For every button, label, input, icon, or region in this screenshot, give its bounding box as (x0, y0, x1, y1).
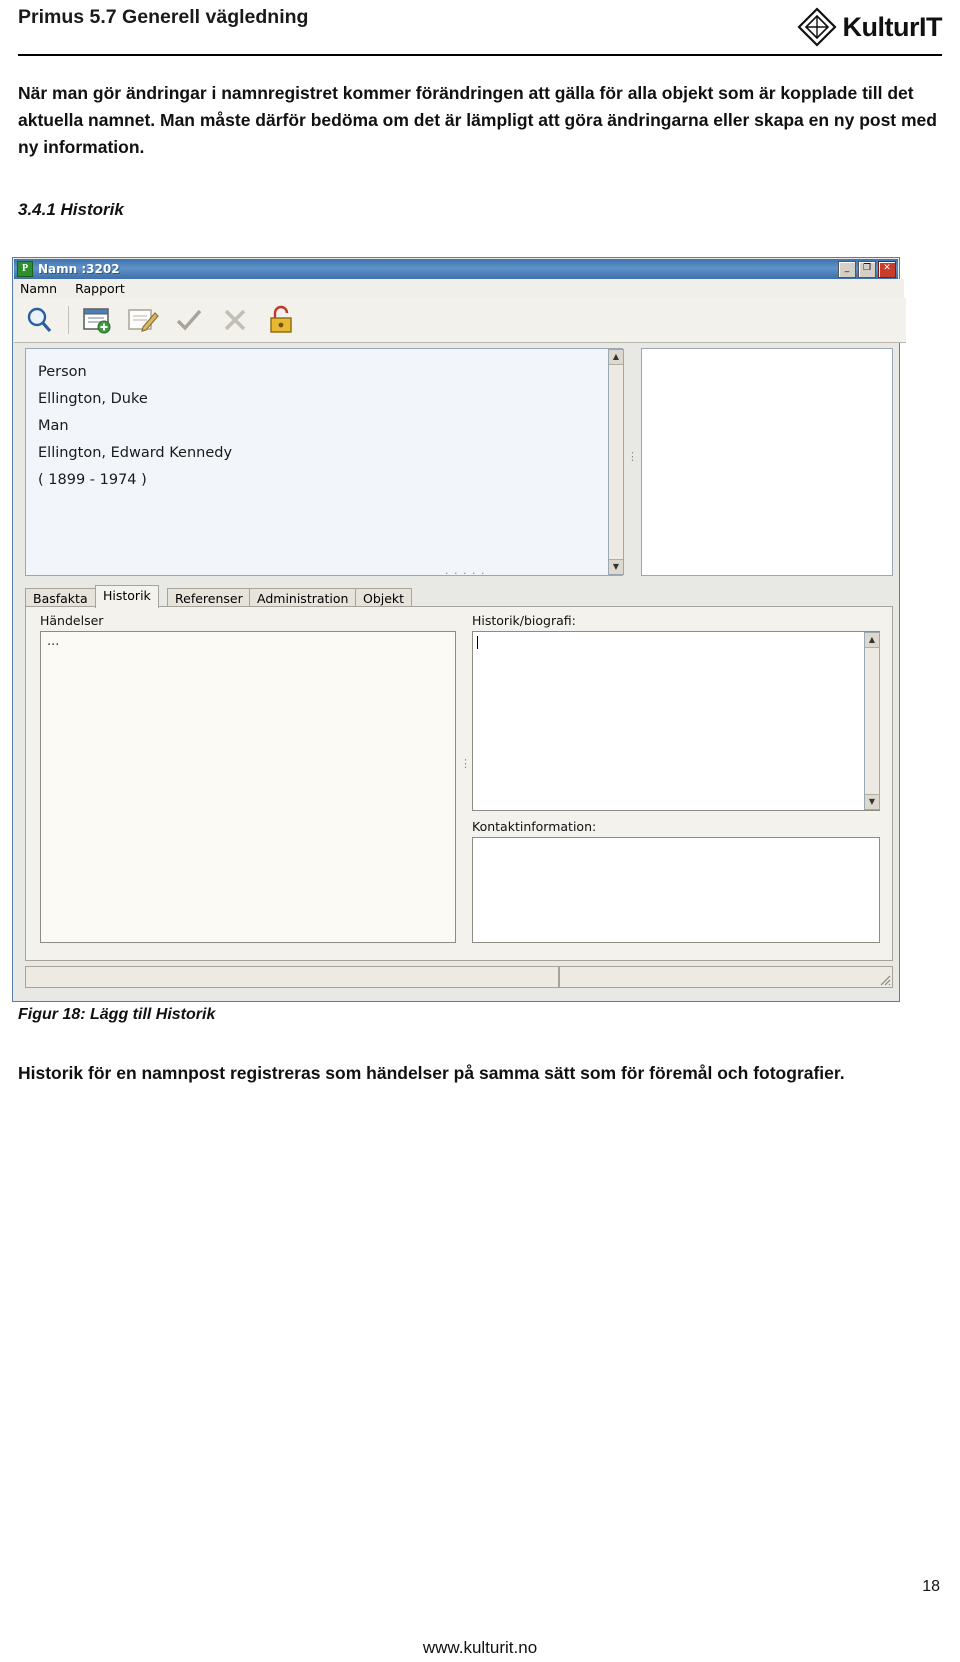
record-summary-panel: Person Ellington, Duke Man Ellington, Ed… (25, 348, 623, 576)
edit-icon[interactable] (125, 303, 161, 337)
handelser-list[interactable]: ... (40, 631, 456, 943)
menu-item-rapport[interactable]: Rapport (75, 281, 125, 296)
search-icon[interactable] (22, 303, 58, 337)
maximize-button[interactable]: ❐ (858, 261, 876, 278)
panel-splitter-grip[interactable]: ⋮ (460, 757, 472, 770)
tab-historik[interactable]: Historik (95, 585, 159, 608)
tab-objekt[interactable]: Objekt (355, 588, 413, 607)
vertical-splitter-grip[interactable]: ⋮ (627, 450, 639, 463)
tab-basfakta[interactable]: Basfakta (25, 588, 96, 607)
historik-biografi-input[interactable] (472, 631, 880, 811)
paragraph-1: När man gör ändringar i namnregistret ko… (18, 83, 937, 158)
page-header: Primus 5.7 Generell vägledning KulturIT (0, 0, 960, 56)
kontaktinformation-label: Kontaktinformation: (472, 819, 597, 834)
scroll-down-arrow-icon[interactable]: ▼ (865, 794, 879, 809)
record-line-fullname: Ellington, Edward Kennedy (38, 445, 233, 461)
figure-caption: Figur 18: Lägg till Historik (18, 1006, 216, 1023)
handelser-label: Händelser (40, 613, 104, 628)
historik-biografi-label: Historik/biografi: (472, 613, 576, 628)
minimize-button[interactable]: _ (838, 261, 856, 278)
logo-word-it: IT (919, 11, 943, 42)
tab-administration[interactable]: Administration (249, 588, 357, 607)
close-button[interactable]: ✕ (878, 261, 896, 278)
record-line-name: Ellington, Duke (38, 391, 148, 407)
section-heading: 3.4.1 Historik (18, 200, 124, 219)
handelser-value: ... (47, 634, 60, 649)
horizontal-splitter-grip[interactable]: · · · · · (445, 567, 485, 580)
status-cell-left (25, 966, 559, 988)
new-record-icon[interactable] (79, 303, 115, 337)
document-title: Primus 5.7 Generell vägledning (18, 6, 309, 28)
window-titlebar[interactable]: P Namn :3202 _ ❐ ✕ (14, 259, 898, 279)
scroll-up-arrow-icon[interactable]: ▲ (865, 633, 879, 648)
record-line-lifespan: ( 1899 - 1974 ) (38, 472, 147, 488)
window-title: Namn :3202 (38, 262, 120, 276)
footer-url: www.kulturit.no (422, 1638, 538, 1657)
header-divider (18, 54, 942, 56)
primus-p-icon: P (17, 261, 33, 277)
toolbar-separator-1 (68, 306, 69, 334)
record-panel-scrollbar[interactable]: ▲ ▼ (608, 349, 624, 575)
resize-grip-icon[interactable] (879, 974, 891, 986)
window-statusbar (25, 966, 893, 988)
diamond-logo-icon (796, 7, 837, 47)
menu-item-namn[interactable]: Namn (20, 281, 57, 296)
record-line-type: Person (38, 364, 87, 380)
window-buttons: _ ❐ ✕ (838, 261, 896, 278)
kulturit-logo: KulturIT (796, 6, 943, 48)
cancel-x-icon[interactable] (217, 303, 253, 337)
historik-biografi-scrollbar[interactable]: ▲ ▼ (864, 632, 880, 810)
primus-namn-window: P Namn :3202 _ ❐ ✕ Namn Rapport Person E… (12, 257, 906, 1002)
status-cell-right (559, 966, 893, 988)
window-menubar: Namn Rapport (14, 279, 904, 299)
tab-referenser[interactable]: Referenser (167, 588, 251, 607)
tab-strip: Basfakta Historik Referenser Administrat… (25, 585, 893, 608)
window-content: Person Ellington, Duke Man Ellington, Ed… (19, 348, 893, 995)
scroll-down-arrow-icon[interactable]: ▼ (609, 559, 623, 574)
window-toolbar (14, 298, 906, 343)
record-detail-blank-panel (641, 348, 893, 576)
paragraph-2: Historik för en namnpost registreras som… (18, 1063, 845, 1083)
scroll-up-arrow-icon[interactable]: ▲ (609, 350, 623, 365)
text-caret (477, 636, 478, 649)
confirm-check-icon[interactable] (171, 303, 207, 337)
logo-word-kultur: Kultur (842, 11, 920, 42)
kontaktinformation-input[interactable] (472, 837, 880, 943)
lock-icon[interactable] (263, 303, 299, 337)
page-number: 18 (922, 1578, 940, 1595)
record-line-gender: Man (38, 418, 69, 434)
historik-tab-page: Händelser ... ⋮ Historik/biografi: ▲ ▼ K… (25, 606, 893, 961)
logo-wordmark: KulturIT (842, 11, 943, 43)
